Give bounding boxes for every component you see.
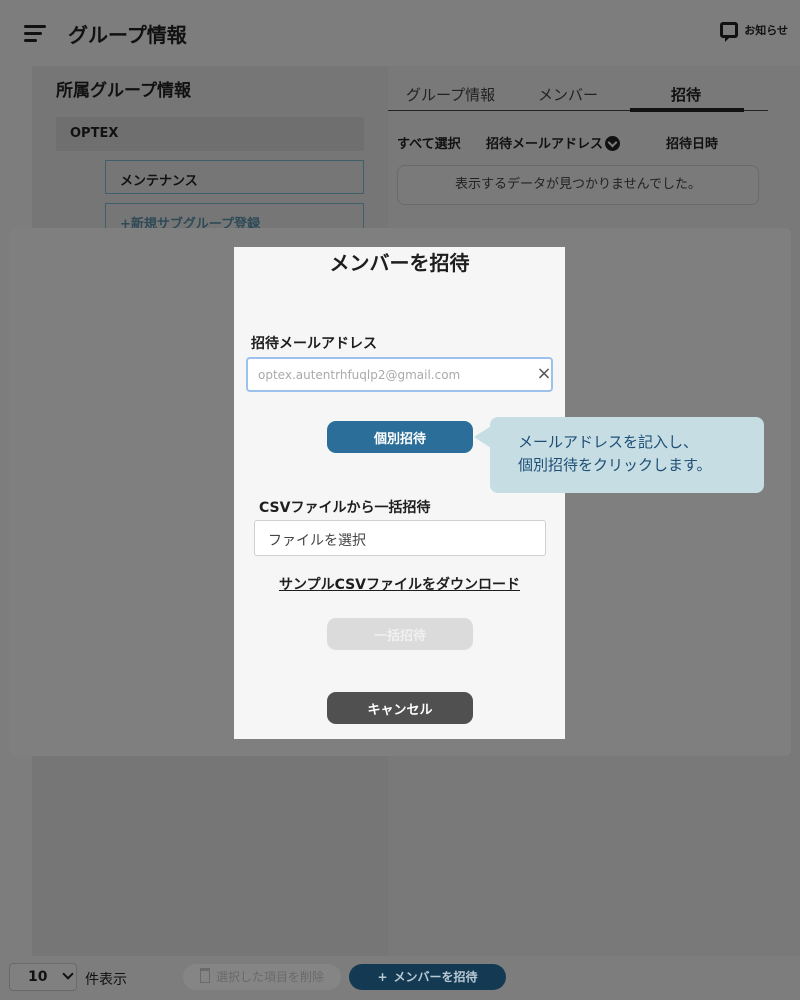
file-select-input[interactable]: ファイルを選択 xyxy=(254,520,546,556)
tab-group-info[interactable]: グループ情報 xyxy=(406,84,495,105)
group-root-item[interactable]: OPTEX xyxy=(56,117,364,151)
individual-invite-button[interactable]: 個別招待 xyxy=(327,421,473,453)
callout-pointer xyxy=(474,426,491,448)
callout-line-1: メールアドレスを記入し、 xyxy=(518,433,699,451)
sidebar-section-title: 所属グループ情報 xyxy=(56,81,191,101)
bulk-invite-button[interactable]: 一括招待 xyxy=(327,618,473,650)
notice-button[interactable]: お知らせ xyxy=(720,22,788,42)
email-column-header[interactable]: 招待メールアドレス xyxy=(486,133,621,152)
invite-member-label: メンバーを招待 xyxy=(393,970,478,984)
menu-icon[interactable] xyxy=(24,25,46,43)
empty-table-message: 表示するデータが見つかりませんでした。 xyxy=(397,165,759,205)
invite-member-button[interactable]: + メンバーを招待 xyxy=(349,964,506,990)
chat-bubble-icon xyxy=(720,22,739,42)
callout-line-2: 個別招待をクリックします。 xyxy=(518,456,712,474)
page-title: グループ情報 xyxy=(68,23,187,47)
tab-members[interactable]: メンバー xyxy=(538,84,598,105)
tab-bar: グループ情報 メンバー 招待 xyxy=(388,80,768,112)
email-field[interactable] xyxy=(246,357,553,392)
per-page-label: 件表示 xyxy=(85,972,127,988)
delete-selected-label: 選択した項目を削除 xyxy=(215,970,324,984)
select-all-header[interactable]: すべて選択 xyxy=(397,133,461,152)
subgroup-item-maintenance[interactable]: メンテナンス xyxy=(105,160,364,194)
sort-down-icon[interactable] xyxy=(605,136,621,151)
csv-section-label: CSVファイルから一括招待 xyxy=(259,500,431,516)
tab-invite[interactable]: 招待 xyxy=(671,84,701,105)
invite-member-modal: メンバーを招待 招待メールアドレス × 個別招待 CSVファイルから一括招待 フ… xyxy=(234,247,565,739)
plus-icon: + xyxy=(377,970,388,984)
email-column-label: 招待メールアドレス xyxy=(486,137,604,152)
notice-label: お知らせ xyxy=(744,24,788,37)
email-field-label: 招待メールアドレス xyxy=(251,336,377,352)
clear-icon[interactable]: × xyxy=(532,362,556,386)
trash-icon xyxy=(199,968,210,983)
instruction-callout: メールアドレスを記入し、 個別招待をクリックします。 xyxy=(490,417,764,493)
date-column-header: 招待日時 xyxy=(666,137,719,152)
cancel-button[interactable]: キャンセル xyxy=(327,692,473,724)
active-tab-indicator xyxy=(630,108,744,112)
delete-selected-button[interactable]: 選択した項目を削除 xyxy=(183,964,341,990)
download-sample-csv-link[interactable]: サンプルCSVファイルをダウンロード xyxy=(234,574,565,594)
modal-title: メンバーを招待 xyxy=(329,251,470,275)
app-header: グループ情報 お知らせ xyxy=(0,0,800,66)
